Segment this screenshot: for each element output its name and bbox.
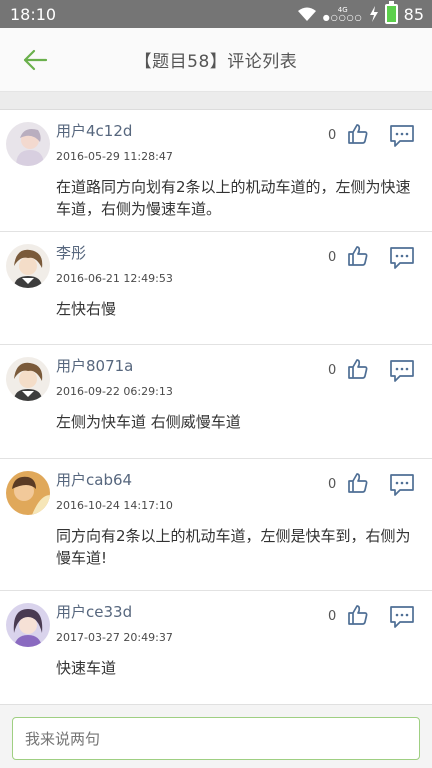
comment-item: 用户ce33d 2017-03-27 20:49:37 0 快速车道 (0, 591, 432, 704)
comment-text: 左侧为快车道 右侧威慢车道 (56, 413, 241, 431)
battery-level: 85 (403, 4, 424, 24)
comment-list[interactable]: 用户4c12d 2016-05-29 11:28:47 0 在道路同方向划有2条… (0, 110, 432, 704)
page-title: 【题目58】评论列表 (134, 52, 298, 72)
comment-username[interactable]: 用户8071a (56, 355, 133, 376)
like-count: 0 (328, 477, 337, 492)
thumbs-up-icon[interactable] (346, 122, 370, 146)
battery-icon (384, 1, 398, 24)
comment-timestamp: 2016-06-21 12:49:53 (56, 272, 173, 285)
comment-username[interactable]: 用户cab64 (56, 469, 132, 490)
avatar[interactable] (6, 122, 50, 166)
comment-item: 用户8071a 2016-09-22 06:29:13 0 左侧为快车道 右侧威… (0, 345, 432, 459)
thumbs-up-icon[interactable] (346, 244, 370, 268)
like-count: 0 (328, 609, 337, 624)
comment-item: 用户cab64 2016-10-24 14:17:10 0 同方向有2条以上的机… (0, 459, 432, 591)
comment-timestamp: 2016-10-24 14:17:10 (56, 499, 173, 512)
comment-icon[interactable] (389, 359, 415, 383)
comment-icon[interactable] (389, 473, 415, 497)
comment-input[interactable] (12, 717, 420, 760)
status-bar: 18:10 4G ●○○○○ 85 (0, 0, 432, 28)
comment-input-bar (0, 704, 432, 768)
back-button[interactable] (18, 44, 52, 76)
status-icons: 4G ●○○○○ 85 (297, 1, 424, 24)
comment-icon[interactable] (389, 246, 415, 270)
avatar[interactable] (6, 603, 50, 647)
comment-item: 李彤 2016-06-21 12:49:53 0 左快右慢 (0, 232, 432, 345)
comment-username[interactable]: 用户ce33d (56, 601, 132, 622)
like-count: 0 (328, 128, 337, 143)
status-time: 18:10 (10, 4, 57, 24)
app-header: 【题目58】评论列表 (0, 28, 432, 92)
comment-text: 快速车道 (56, 659, 117, 677)
comment-text: 在道路同方向划有2条以上的机动车道的，左侧为快速车道，右侧为慢速车道。 (56, 178, 411, 218)
comment-text: 左快右慢 (56, 300, 117, 318)
thumbs-up-icon[interactable] (346, 471, 370, 495)
avatar[interactable] (6, 471, 50, 515)
comment-timestamp: 2017-03-27 20:49:37 (56, 631, 173, 644)
charging-icon (369, 6, 378, 22)
arrow-left-icon (23, 49, 48, 71)
avatar[interactable] (6, 357, 50, 401)
signal-icon: ●○○○○ (322, 13, 363, 22)
comment-icon[interactable] (389, 605, 415, 629)
like-count: 0 (328, 363, 337, 378)
thumbs-up-icon[interactable] (346, 603, 370, 627)
like-count: 0 (328, 250, 337, 265)
comment-username[interactable]: 李彤 (56, 242, 86, 263)
comment-username[interactable]: 用户4c12d (56, 120, 132, 141)
thumbs-up-icon[interactable] (346, 357, 370, 381)
wifi-icon (297, 7, 316, 21)
comment-icon[interactable] (389, 124, 415, 148)
comment-text: 同方向有2条以上的机动车道，左侧是快车到，右侧为慢车道! (56, 527, 411, 567)
comment-item: 用户4c12d 2016-05-29 11:28:47 0 在道路同方向划有2条… (0, 110, 432, 232)
section-divider (0, 92, 432, 110)
comment-timestamp: 2016-05-29 11:28:47 (56, 150, 173, 163)
comment-timestamp: 2016-09-22 06:29:13 (56, 385, 173, 398)
network-indicator: 4G ●○○○○ (323, 6, 363, 22)
avatar[interactable] (6, 244, 50, 288)
